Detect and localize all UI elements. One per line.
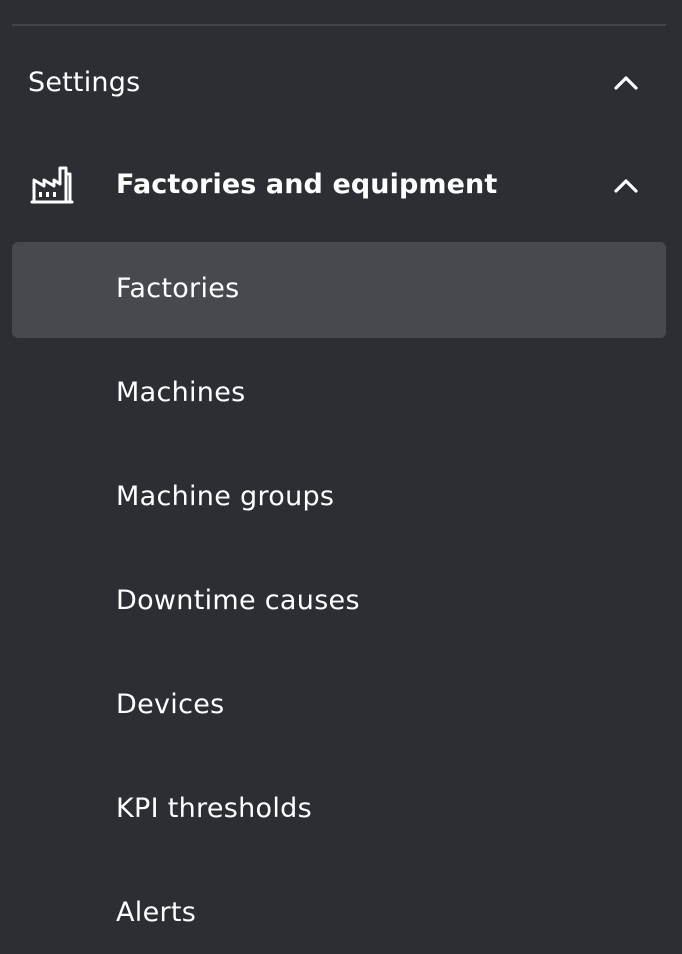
menu-item-label: Alerts [116,897,197,928]
menu-item-factories[interactable]: Factories [12,242,666,338]
chevron-up-icon[interactable] [612,172,640,200]
menu-item-kpi-thresholds[interactable]: KPI thresholds [12,762,666,858]
menu-item-label: Devices [116,689,225,720]
menu-item-machine-groups[interactable]: Machine groups [12,450,666,546]
menu-item-devices[interactable]: Devices [12,658,666,754]
menu-item-label: Downtime causes [116,585,360,616]
factory-icon [30,164,74,208]
menu-item-machines[interactable]: Machines [12,346,666,442]
menu-item-downtime-causes[interactable]: Downtime causes [12,554,666,650]
chevron-up-icon[interactable] [612,69,640,97]
group-title: Factories and equipment [116,169,498,200]
menu-item-alerts[interactable]: Alerts [12,866,666,954]
settings-section-title: Settings [28,67,141,98]
divider [12,24,666,26]
settings-sidebar: Settings Factories and equipment Factori… [0,0,682,954]
factories-and-equipment-group-header[interactable]: Factories and equipment [12,138,666,234]
settings-section-header[interactable]: Settings [12,36,666,130]
menu-item-label: Machines [116,377,246,408]
menu-item-label: KPI thresholds [116,793,312,824]
menu-item-label: Machine groups [116,481,335,512]
menu-item-label: Factories [116,273,240,304]
factories-submenu: Factories Machines Machine groups Downti… [12,242,666,954]
